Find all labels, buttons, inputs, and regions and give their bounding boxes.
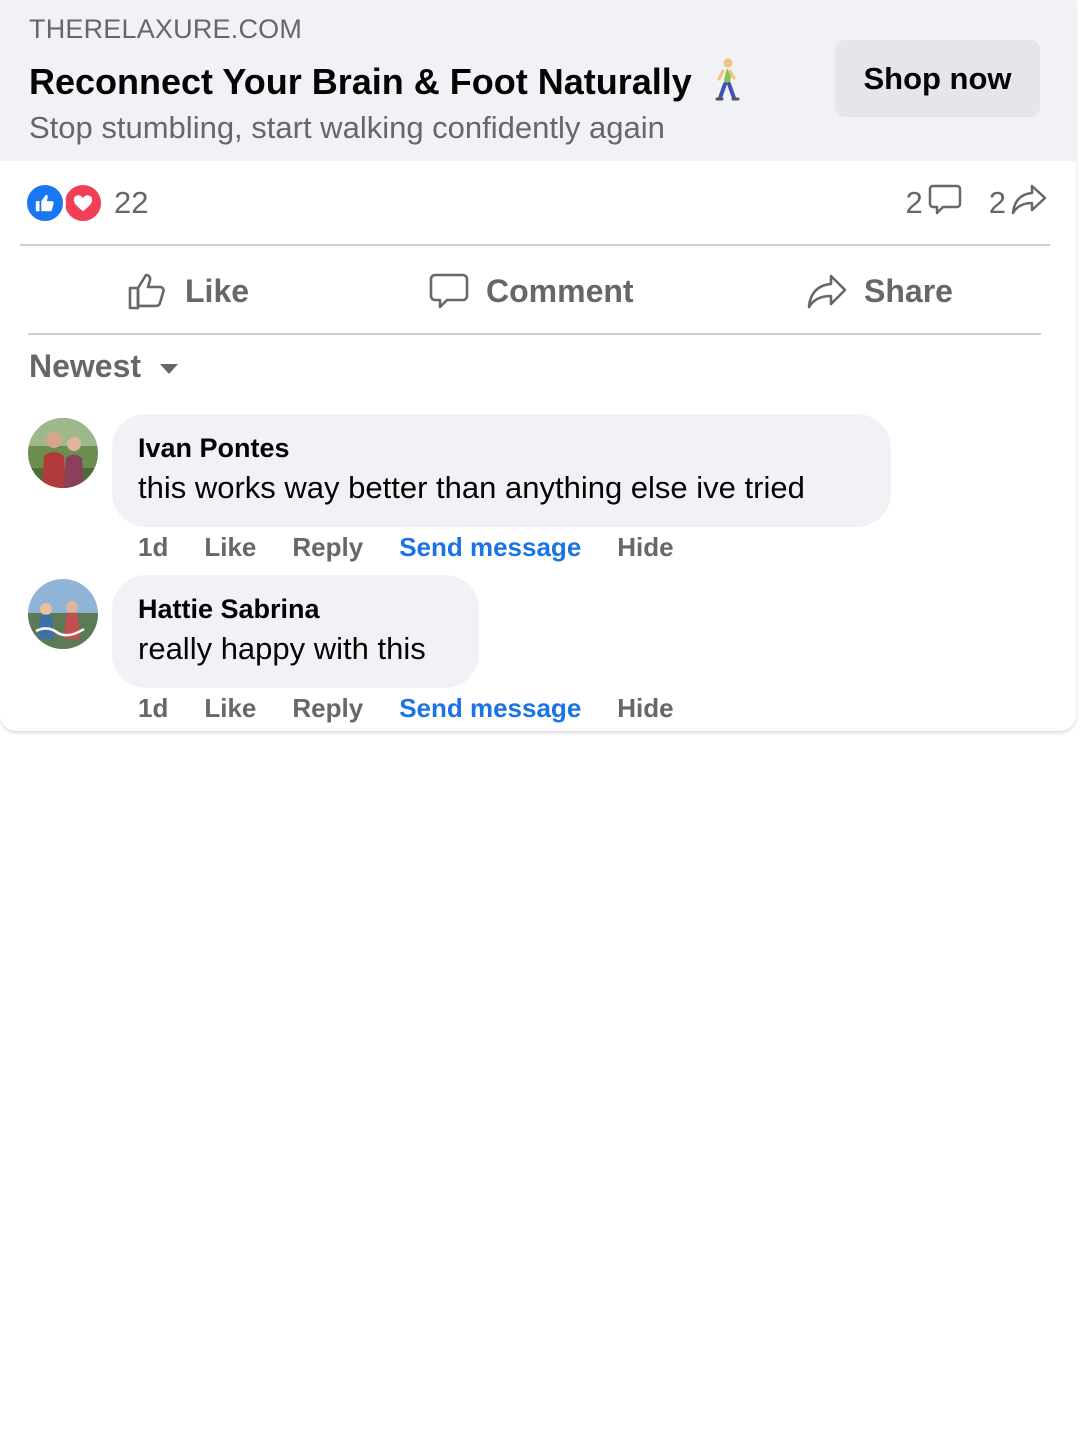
share-count: 2 (988, 185, 1006, 220)
ad-link-banner[interactable]: THERELAXURE.COM Reconnect Your Brain & F… (0, 0, 1076, 161)
comment-button[interactable]: Comment (428, 265, 634, 317)
divider (28, 333, 1041, 335)
engagement-counts: 2 2 (906, 182, 1049, 224)
like-reaction-icon (24, 182, 66, 224)
shop-now-button[interactable]: Shop now (835, 40, 1040, 117)
ad-domain: THERELAXURE.COM (29, 14, 303, 44)
comment-label: Comment (486, 272, 634, 309)
comment-reply-button[interactable]: Reply (292, 693, 363, 724)
comment-bubble: Ivan Pontes this works way better than a… (112, 414, 891, 527)
comment-text: this works way better than anything else… (138, 470, 805, 505)
comment-hide-button[interactable]: Hide (617, 532, 673, 563)
comment-text: really happy with this (138, 631, 426, 666)
reaction-count: 22 (114, 185, 149, 220)
sort-label: Newest (29, 348, 142, 384)
like-button[interactable]: Like (127, 265, 249, 317)
comment-bubble: Hattie Sabrina really happy with this (112, 575, 479, 688)
person-walking-icon (712, 58, 742, 111)
share-label: Share (864, 272, 953, 309)
ad-headline-text: Reconnect Your Brain & Foot Naturally (29, 61, 692, 103)
share-icon (807, 274, 847, 309)
reaction-summary[interactable]: 22 (24, 182, 148, 224)
like-label: Like (185, 272, 250, 309)
caret-down-icon (160, 363, 179, 374)
send-message-button[interactable]: Send message (399, 693, 581, 724)
comment-bubble-icon (927, 181, 963, 225)
comment-time[interactable]: 1d (138, 693, 168, 724)
ad-subline: Stop stumbling, start walking confidentl… (29, 110, 665, 145)
comment-actions: 1d Like Reply Send message Hide (138, 532, 710, 563)
divider (20, 244, 1050, 246)
share-count-link[interactable]: 2 (989, 181, 1048, 225)
send-message-button[interactable]: Send message (399, 532, 581, 563)
like-thumb-icon (128, 273, 165, 310)
avatar[interactable] (28, 418, 98, 488)
comment-author[interactable]: Ivan Pontes (138, 432, 865, 464)
comment-count-link[interactable]: 2 (906, 181, 963, 225)
comment-like-button[interactable]: Like (204, 532, 256, 563)
love-reaction-icon (62, 182, 104, 224)
comment-time[interactable]: 1d (138, 532, 168, 563)
avatar[interactable] (28, 579, 98, 649)
share-arrow-icon (1010, 181, 1048, 225)
comment-actions: 1d Like Reply Send message Hide (138, 693, 710, 724)
comment-author[interactable]: Hattie Sabrina (138, 593, 453, 625)
share-button[interactable]: Share (806, 265, 953, 317)
comment-hide-button[interactable]: Hide (617, 693, 673, 724)
comment-sort-dropdown[interactable]: Newest (29, 348, 179, 385)
comment-icon (429, 273, 469, 309)
comment-like-button[interactable]: Like (204, 693, 256, 724)
comment-reply-button[interactable]: Reply (292, 532, 363, 563)
ad-headline: Reconnect Your Brain & Foot Naturally (29, 58, 742, 111)
comment-count: 2 (905, 185, 923, 220)
post-card: THERELAXURE.COM Reconnect Your Brain & F… (0, 0, 1076, 731)
